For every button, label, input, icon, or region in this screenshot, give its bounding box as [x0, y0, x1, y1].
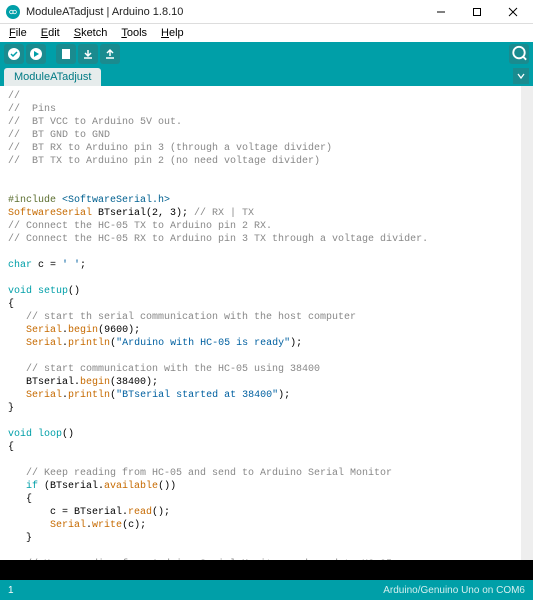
- code-token: begin: [80, 377, 110, 388]
- code-token: SoftwareSerial: [8, 208, 92, 219]
- code-token: if: [26, 481, 38, 492]
- code-line: {: [8, 299, 14, 310]
- code-token: ;: [80, 260, 86, 271]
- code-token: void: [8, 429, 32, 440]
- code-line: }: [8, 533, 32, 544]
- code-line: // BT GND to GND: [8, 130, 110, 141]
- code-token: <SoftwareSerial.h>: [62, 195, 170, 206]
- code-token: [8, 338, 26, 349]
- code-token: "Arduino with HC-05 is ready": [116, 338, 290, 349]
- code-token: Serial: [26, 338, 62, 349]
- tab-dropdown-button[interactable]: [513, 68, 529, 84]
- tab-bar: ModuleATadjust: [0, 66, 533, 86]
- code-token: [8, 325, 26, 336]
- code-token: write: [92, 520, 122, 531]
- code-line: // start communication with the HC-05 us…: [8, 364, 320, 375]
- code-line: // Connect the HC-05 TX to Arduino pin 2…: [8, 221, 272, 232]
- code-token: (BTserial.: [38, 481, 104, 492]
- code-token: read: [128, 507, 152, 518]
- menu-edit[interactable]: Edit: [34, 25, 67, 41]
- code-editor[interactable]: // // Pins // BT VCC to Arduino 5V out. …: [0, 86, 533, 560]
- code-token: c = BTserial.: [8, 507, 128, 518]
- code-token: Serial: [50, 520, 86, 531]
- code-line: //: [8, 91, 20, 102]
- code-line: }: [8, 403, 14, 414]
- menu-sketch[interactable]: Sketch: [67, 25, 115, 41]
- toolbar: [0, 42, 533, 66]
- code-token: void: [8, 286, 32, 297]
- code-token: BTserial(2, 3);: [92, 208, 194, 219]
- code-token: c =: [32, 260, 62, 271]
- code-token: [8, 481, 26, 492]
- code-line: // start th serial communication with th…: [8, 312, 356, 323]
- window-title: ModuleATadjust | Arduino 1.8.10: [26, 6, 423, 18]
- code-token: begin: [68, 325, 98, 336]
- arduino-app-icon: [6, 5, 20, 19]
- code-token: available: [104, 481, 158, 492]
- code-line: // BT VCC to Arduino 5V out.: [8, 117, 182, 128]
- code-token: BTserial.: [8, 377, 80, 388]
- statusbar: 1 Arduino/Genuino Uno on COM6: [0, 580, 533, 600]
- close-button[interactable]: [495, 0, 531, 24]
- code-token: "BTserial started at 38400": [116, 390, 278, 401]
- code-line: {: [8, 442, 14, 453]
- code-line: // Connect the HC-05 RX to Arduino pin 3…: [8, 234, 428, 245]
- code-token: [8, 520, 50, 531]
- code-line: // Keep reading from Arduino Serial Moni…: [8, 559, 392, 560]
- code-token: );: [290, 338, 302, 349]
- code-line: // Pins: [8, 104, 56, 115]
- verify-button[interactable]: [4, 44, 24, 64]
- code-token: Serial: [26, 325, 62, 336]
- save-button[interactable]: [100, 44, 120, 64]
- upload-button[interactable]: [26, 44, 46, 64]
- code-line: // BT TX to Arduino pin 2 (no need volta…: [8, 156, 320, 167]
- code-token: Serial: [26, 390, 62, 401]
- code-token: (38400);: [110, 377, 158, 388]
- code-token: setup: [38, 286, 68, 297]
- code-token: println: [68, 390, 110, 401]
- code-token: ();: [152, 507, 170, 518]
- code-token: (): [68, 286, 80, 297]
- tab-sketch[interactable]: ModuleATadjust: [4, 68, 101, 86]
- code-token: ()): [158, 481, 176, 492]
- minimize-button[interactable]: [423, 0, 459, 24]
- code-token: (): [62, 429, 74, 440]
- code-line: // Keep reading from HC-05 and send to A…: [8, 468, 392, 479]
- code-token: #include: [8, 195, 62, 206]
- code-token: // RX | TX: [194, 208, 254, 219]
- menu-tools[interactable]: Tools: [114, 25, 154, 41]
- code-token: [8, 390, 26, 401]
- open-button[interactable]: [78, 44, 98, 64]
- menu-file[interactable]: FFileile: [2, 25, 34, 41]
- maximize-button[interactable]: [459, 0, 495, 24]
- code-token: (c);: [122, 520, 146, 531]
- new-button[interactable]: [56, 44, 76, 64]
- menu-help[interactable]: Help: [154, 25, 191, 41]
- code-token: println: [68, 338, 110, 349]
- status-board: Arduino/Genuino Uno on COM6: [383, 585, 525, 596]
- code-token: ' ': [62, 260, 80, 271]
- console-output: [0, 560, 533, 580]
- serial-monitor-button[interactable]: [509, 44, 529, 64]
- code-line: {: [8, 494, 32, 505]
- code-line: // BT RX to Arduino pin 3 (through a vol…: [8, 143, 332, 154]
- titlebar: ModuleATadjust | Arduino 1.8.10: [0, 0, 533, 24]
- code-token: );: [278, 390, 290, 401]
- menubar: FFileile Edit Sketch Tools Help: [0, 24, 533, 42]
- code-token: (9600);: [98, 325, 140, 336]
- code-token: loop: [38, 429, 62, 440]
- status-line-number: 1: [8, 585, 14, 596]
- window-controls: [423, 0, 531, 24]
- code-token: char: [8, 260, 32, 271]
